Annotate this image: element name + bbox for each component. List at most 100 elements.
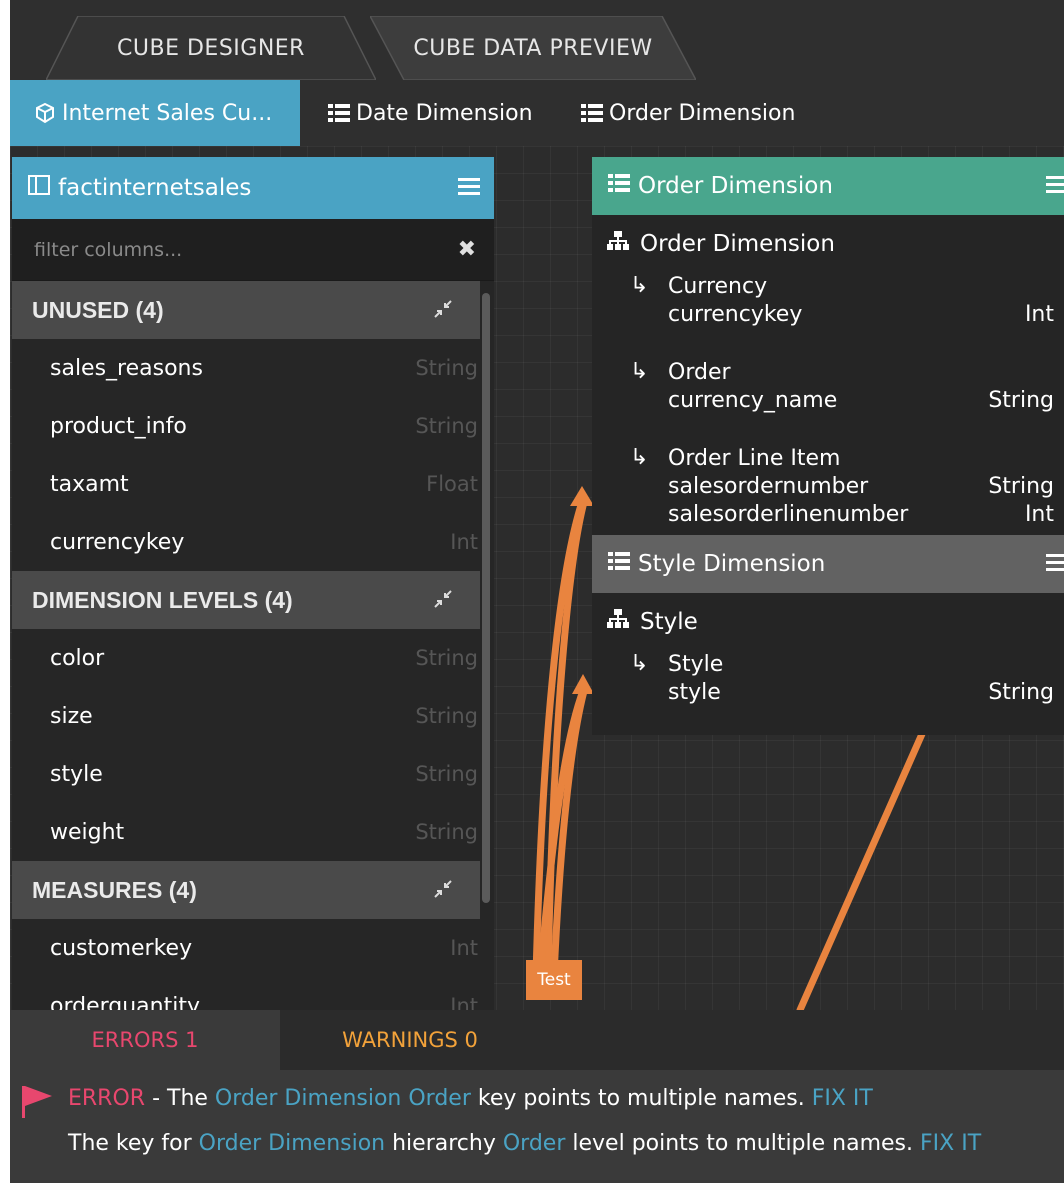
- collapse-icon[interactable]: [434, 877, 452, 904]
- column-type: String: [415, 356, 478, 380]
- section-dimension-levels[interactable]: DIMENSION LEVELS (4): [12, 571, 480, 629]
- column-type: Float: [426, 472, 478, 496]
- level-attribute-type: String: [988, 474, 1054, 499]
- list-item[interactable]: style String: [12, 745, 480, 803]
- column-name: customerkey: [50, 935, 193, 961]
- cube-tabs: Internet Sales Cu... Date Dimension Orde…: [10, 80, 1064, 146]
- error-text: - The: [145, 1086, 215, 1111]
- tab-date-dimension[interactable]: Date Dimension: [328, 80, 533, 146]
- order-dimension-header[interactable]: Order Dimension: [592, 157, 1064, 215]
- hamburger-menu-icon[interactable]: [1046, 173, 1064, 199]
- table-icon: [28, 175, 50, 201]
- level-attribute: style: [668, 680, 721, 705]
- column-type: Int: [450, 994, 478, 1010]
- hamburger-menu-icon[interactable]: [1046, 551, 1064, 577]
- error-flag-icon: [22, 1084, 52, 1122]
- column-name: size: [50, 703, 93, 729]
- section-measures[interactable]: MEASURES (4): [12, 861, 480, 919]
- level-attribute: currencykey: [668, 302, 803, 327]
- hierarchy-row[interactable]: Order Dimension: [592, 215, 1064, 273]
- error-message: ERROR - The Order Dimension Order key po…: [68, 1086, 873, 1111]
- hierarchy-name: Order Dimension: [640, 231, 835, 257]
- level-attribute: salesorderlinenumber: [668, 502, 909, 527]
- filter-bar: ✖: [12, 219, 494, 281]
- tab-cube-data-preview[interactable]: CUBE DATA PREVIEW: [370, 16, 696, 80]
- link-label[interactable]: Test: [526, 960, 582, 1000]
- level-row[interactable]: ↳ Currency currencykey Int: [592, 273, 1064, 359]
- designer-canvas[interactable]: factinternetsales ✖ UNUSED (4) sales_rea…: [10, 146, 1064, 1010]
- fix-it-link[interactable]: FIX IT: [812, 1086, 873, 1111]
- cube-icon: [34, 102, 56, 124]
- list-item[interactable]: orderquantity Int: [12, 977, 480, 1011]
- list-item[interactable]: weight String: [12, 803, 480, 861]
- collapse-icon[interactable]: [434, 297, 452, 324]
- level-arrow-icon: ↳: [630, 651, 649, 676]
- collapse-icon[interactable]: [434, 587, 452, 614]
- fact-table-panel: factinternetsales ✖ UNUSED (4) sales_rea…: [12, 157, 494, 1010]
- list-item[interactable]: taxamt Float: [12, 455, 480, 513]
- clear-filter-icon[interactable]: ✖: [458, 237, 476, 262]
- arrowhead-icon: [570, 486, 594, 506]
- level-name: Style: [668, 652, 724, 677]
- list-item[interactable]: currencykey Int: [12, 513, 480, 571]
- level-row[interactable]: ↳ Style style String: [592, 651, 1064, 721]
- list-icon: [608, 173, 630, 199]
- issues-tabs: ERRORS 1 WARNINGS 0: [10, 1010, 1064, 1070]
- column-name: weight: [50, 819, 125, 845]
- tab-cube-designer[interactable]: CUBE DESIGNER: [46, 16, 376, 80]
- tab-internet-sales-cube[interactable]: Internet Sales Cu...: [10, 80, 300, 146]
- order-dimension-card: Order Dimension Order Dimension ↳ Curren…: [592, 157, 1064, 535]
- fact-table-title: factinternetsales: [58, 175, 252, 201]
- column-type: String: [415, 414, 478, 438]
- style-dimension-header[interactable]: Style Dimension: [592, 535, 1064, 593]
- filter-columns-input[interactable]: [32, 237, 458, 262]
- tab-errors[interactable]: ERRORS 1: [10, 1010, 280, 1070]
- hamburger-menu-icon[interactable]: [458, 175, 480, 201]
- tab-cube-designer-label: CUBE DESIGNER: [117, 35, 305, 61]
- fact-table-header[interactable]: factinternetsales: [12, 157, 494, 219]
- fix-it-link[interactable]: FIX IT: [920, 1131, 981, 1156]
- column-type: Int: [450, 936, 478, 960]
- column-name: color: [50, 645, 105, 671]
- issues-panel: ERRORS 1 WARNINGS 0 ERROR - The Order Di…: [10, 1010, 1064, 1183]
- column-list: UNUSED (4) sales_reasons String product_i…: [12, 281, 480, 1010]
- level-attribute-type: Int: [1024, 502, 1054, 527]
- error-detail: The key for Order Dimension hierarchy Or…: [68, 1131, 981, 1156]
- column-type: String: [415, 820, 478, 844]
- section-unused-label: UNUSED (4): [32, 296, 164, 323]
- list-item[interactable]: product_info String: [12, 397, 480, 455]
- section-unused[interactable]: UNUSED (4): [12, 281, 480, 339]
- level-attribute-type: Int: [1024, 302, 1054, 327]
- error-text: level points to multiple names.: [565, 1131, 921, 1156]
- tab-date-dimension-label: Date Dimension: [356, 100, 533, 126]
- level-attribute: salesordernumber: [668, 474, 869, 499]
- arrowhead-icon: [572, 674, 594, 694]
- list-item[interactable]: color String: [12, 629, 480, 687]
- hierarchy-name: Style: [640, 609, 698, 635]
- scrollbar[interactable]: [482, 293, 490, 903]
- level-name: Order: [668, 360, 731, 385]
- tab-warnings[interactable]: WARNINGS 0: [280, 1010, 540, 1070]
- error-link[interactable]: Order: [503, 1131, 566, 1156]
- level-row[interactable]: ↳ Order currency_name String: [592, 359, 1064, 445]
- tab-order-dimension[interactable]: Order Dimension: [581, 80, 795, 146]
- level-row[interactable]: ↳ Order Line Item salesordernumber Strin…: [592, 445, 1064, 531]
- list-item[interactable]: sales_reasons String: [12, 339, 480, 397]
- column-type: String: [415, 704, 478, 728]
- style-dimension-card: Style Dimension Style ↳ Style style Stri…: [592, 535, 1064, 735]
- error-link[interactable]: Order Dimension Order: [215, 1086, 471, 1111]
- column-type: Int: [450, 530, 478, 554]
- style-dimension-title: Style Dimension: [638, 551, 826, 577]
- error-text: hierarchy: [385, 1131, 503, 1156]
- error-link[interactable]: Order Dimension: [199, 1131, 385, 1156]
- column-type: String: [415, 646, 478, 670]
- column-name: taxamt: [50, 471, 129, 497]
- list-item[interactable]: customerkey Int: [12, 919, 480, 977]
- tab-cube-data-preview-label: CUBE DATA PREVIEW: [413, 35, 653, 61]
- level-arrow-icon: ↳: [630, 359, 649, 384]
- list-item[interactable]: size String: [12, 687, 480, 745]
- level-arrow-icon: ↳: [630, 445, 649, 470]
- link-line[interactable]: [796, 730, 926, 1010]
- hierarchy-row[interactable]: Style: [592, 593, 1064, 651]
- top-tabs: CUBE DESIGNER CUBE DATA PREVIEW: [10, 0, 1064, 80]
